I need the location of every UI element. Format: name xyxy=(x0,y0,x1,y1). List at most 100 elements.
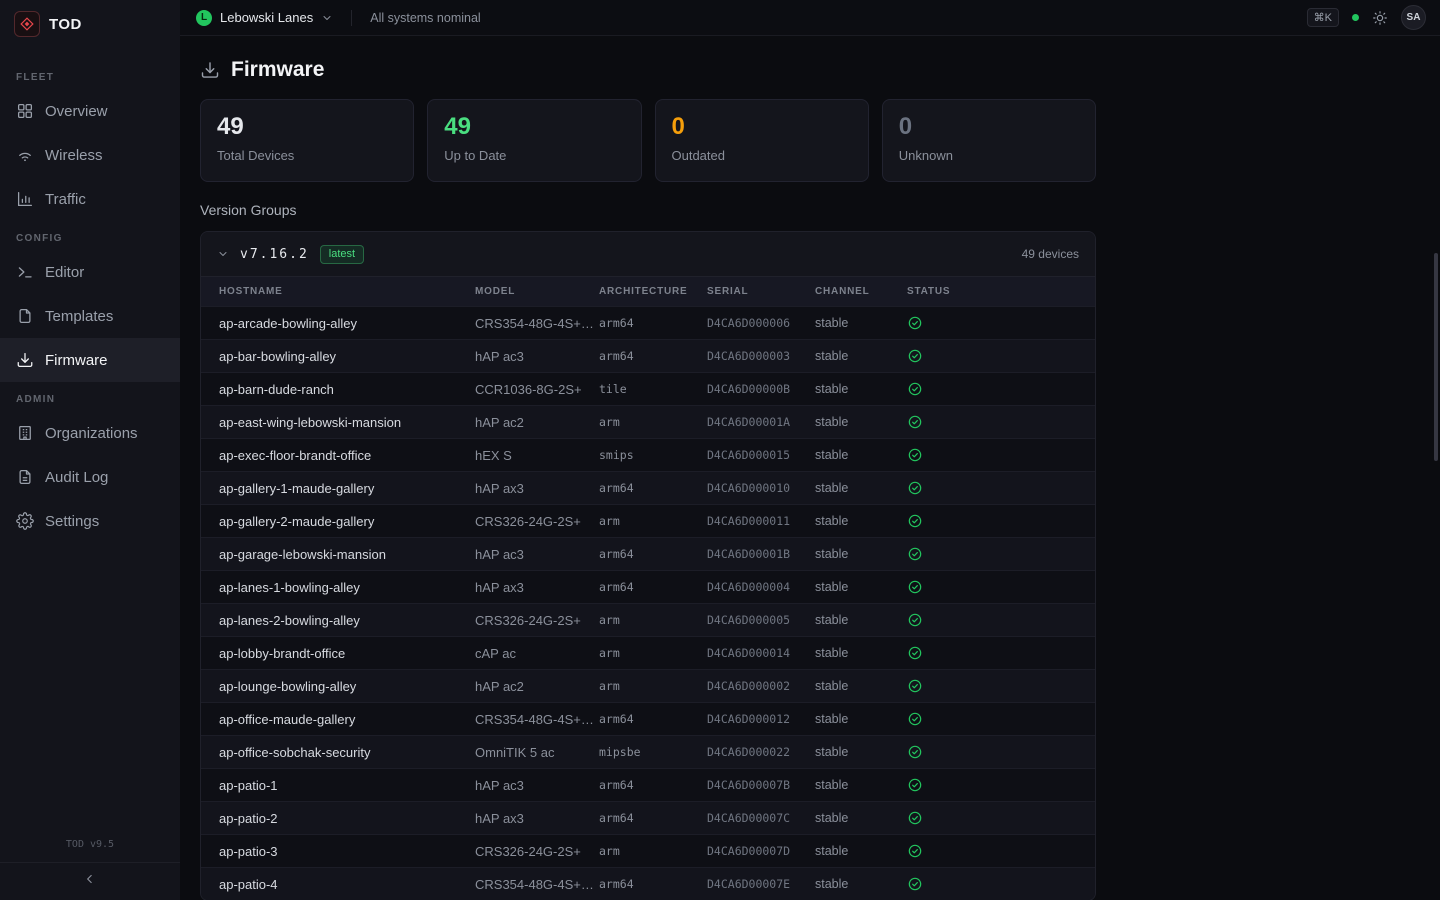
cell-status xyxy=(907,645,1095,661)
sidebar-item-overview[interactable]: Overview xyxy=(0,89,180,133)
device-row[interactable]: ap-lanes-2-bowling-alleyCRS326-24G-2S+ar… xyxy=(201,603,1095,636)
cell-architecture: arm64 xyxy=(599,877,707,891)
sidebar-item-firmware[interactable]: Firmware xyxy=(0,338,180,382)
sidebar-item-traffic[interactable]: Traffic xyxy=(0,177,180,221)
page-title: Firmware xyxy=(231,58,324,82)
device-row[interactable]: ap-lanes-1-bowling-alleyhAP ax3arm64D4CA… xyxy=(201,570,1095,603)
device-row[interactable]: ap-gallery-2-maude-galleryCRS326-24G-2S+… xyxy=(201,504,1095,537)
device-row[interactable]: ap-office-maude-galleryCRS354-48G-4S+…ar… xyxy=(201,702,1095,735)
cell-status xyxy=(907,414,1095,430)
device-row[interactable]: ap-patio-1hAP ac3arm64D4CA6D00007Bstable xyxy=(201,768,1095,801)
sidebar-item-wireless[interactable]: Wireless xyxy=(0,133,180,177)
download-icon xyxy=(16,351,34,369)
sidebar-item-organizations[interactable]: Organizations xyxy=(0,411,180,455)
cell-model: CCR1036-8G-2S+ xyxy=(475,382,599,397)
cell-status xyxy=(907,348,1095,364)
cell-architecture: arm xyxy=(599,613,707,627)
device-row[interactable]: ap-patio-2hAP ax3arm64D4CA6D00007Cstable xyxy=(201,801,1095,834)
sidebar-item-label: Wireless xyxy=(45,147,103,164)
device-row[interactable]: ap-lounge-bowling-alleyhAP ac2armD4CA6D0… xyxy=(201,669,1095,702)
device-row[interactable]: ap-bar-bowling-alleyhAP ac3arm64D4CA6D00… xyxy=(201,339,1095,372)
stat-value: 0 xyxy=(672,113,852,142)
topbar: L Lebowski Lanes All systems nominal ⌘K … xyxy=(180,0,1440,36)
device-row[interactable]: ap-patio-4CRS354-48G-4S+…arm64D4CA6D0000… xyxy=(201,867,1095,900)
column-header-hostname: HOSTNAME xyxy=(219,286,475,297)
cell-status xyxy=(907,612,1095,628)
scrollbar-thumb[interactable] xyxy=(1434,253,1438,461)
device-row[interactable]: ap-office-sobchak-securityOmniTIK 5 acmi… xyxy=(201,735,1095,768)
cell-architecture: arm64 xyxy=(599,712,707,726)
bar-chart-icon xyxy=(16,190,34,208)
cell-serial: D4CA6D000002 xyxy=(707,679,815,693)
check-circle-icon xyxy=(907,546,1085,562)
device-row[interactable]: ap-east-wing-lebowski-mansionhAP ac2armD… xyxy=(201,405,1095,438)
nav-section-label: ADMIN xyxy=(0,382,180,411)
topbar-divider xyxy=(351,10,352,26)
check-circle-icon xyxy=(907,678,1085,694)
cell-architecture: arm xyxy=(599,679,707,693)
sidebar-item-label: Traffic xyxy=(45,191,86,208)
cell-status xyxy=(907,876,1095,892)
sidebar-item-editor[interactable]: Editor xyxy=(0,250,180,294)
sidebar-item-label: Organizations xyxy=(45,425,138,442)
cell-architecture: arm64 xyxy=(599,811,707,825)
sidebar-item-templates[interactable]: Templates xyxy=(0,294,180,338)
file-icon xyxy=(16,307,34,325)
cell-serial: D4CA6D000012 xyxy=(707,712,815,726)
theme-toggle-sun-icon[interactable] xyxy=(1372,10,1388,26)
cell-hostname: ap-lanes-2-bowling-alley xyxy=(219,613,475,628)
check-circle-icon xyxy=(907,579,1085,595)
document-lines-icon xyxy=(16,468,34,486)
cell-model: hAP ac3 xyxy=(475,547,599,562)
firmware-download-icon xyxy=(200,60,220,80)
device-row[interactable]: ap-gallery-1-maude-galleryhAP ax3arm64D4… xyxy=(201,471,1095,504)
column-header-model: MODEL xyxy=(475,286,599,297)
sidebar-collapse-button[interactable] xyxy=(0,862,180,900)
app-version: TOD v9.5 xyxy=(0,839,180,862)
sidebar-nav: FLEETOverviewWirelessTrafficCONFIGEditor… xyxy=(0,48,180,839)
user-avatar[interactable]: SA xyxy=(1401,5,1426,30)
cell-status xyxy=(907,810,1095,826)
cell-hostname: ap-lounge-bowling-alley xyxy=(219,679,475,694)
stat-card-unknown: 0Unknown xyxy=(882,99,1096,182)
check-circle-icon xyxy=(907,447,1085,463)
check-circle-icon xyxy=(907,315,1085,331)
cell-model: CRS326-24G-2S+ xyxy=(475,613,599,628)
cell-model: hAP ac2 xyxy=(475,679,599,694)
cell-model: CRS354-48G-4S+… xyxy=(475,712,599,727)
cell-architecture: arm xyxy=(599,415,707,429)
version-groups-label: Version Groups xyxy=(200,202,1440,218)
cell-architecture: smips xyxy=(599,448,707,462)
device-row[interactable]: ap-barn-dude-ranchCCR1036-8G-2S+tileD4CA… xyxy=(201,372,1095,405)
cell-channel: stable xyxy=(815,877,907,891)
check-circle-icon xyxy=(907,414,1085,430)
command-palette-shortcut[interactable]: ⌘K xyxy=(1307,8,1339,27)
cell-model: hAP ax3 xyxy=(475,481,599,496)
org-selector[interactable]: L Lebowski Lanes xyxy=(196,10,333,26)
firmware-version: v7.16.2 xyxy=(240,247,309,262)
check-circle-icon xyxy=(907,513,1085,529)
cell-hostname: ap-lanes-1-bowling-alley xyxy=(219,580,475,595)
device-row[interactable]: ap-arcade-bowling-alleyCRS354-48G-4S+…ar… xyxy=(201,306,1095,339)
cell-serial: D4CA6D000014 xyxy=(707,646,815,660)
cell-channel: stable xyxy=(815,349,907,363)
cell-status xyxy=(907,546,1095,562)
cell-channel: stable xyxy=(815,679,907,693)
cell-serial: D4CA6D000004 xyxy=(707,580,815,594)
cell-serial: D4CA6D00007B xyxy=(707,778,815,792)
device-row[interactable]: ap-patio-3CRS326-24G-2S+armD4CA6D00007Ds… xyxy=(201,834,1095,867)
device-table-head: HOSTNAMEMODELARCHITECTURESERIALCHANNELST… xyxy=(201,276,1095,306)
cell-model: CRS354-48G-4S+… xyxy=(475,877,599,892)
device-row[interactable]: ap-exec-floor-brandt-officehEX SsmipsD4C… xyxy=(201,438,1095,471)
device-row[interactable]: ap-garage-lebowski-mansionhAP ac3arm64D4… xyxy=(201,537,1095,570)
cell-model: hAP ac3 xyxy=(475,349,599,364)
sidebar-item-audit-log[interactable]: Audit Log xyxy=(0,455,180,499)
cell-serial: D4CA6D00007E xyxy=(707,877,815,891)
cell-hostname: ap-east-wing-lebowski-mansion xyxy=(219,415,475,430)
check-circle-icon xyxy=(907,876,1085,892)
version-group-header[interactable]: v7.16.2 latest 49 devices xyxy=(201,232,1095,276)
check-circle-icon xyxy=(907,711,1085,727)
device-row[interactable]: ap-lobby-brandt-officecAP acarmD4CA6D000… xyxy=(201,636,1095,669)
sidebar-item-settings[interactable]: Settings xyxy=(0,499,180,543)
cell-model: hAP ax3 xyxy=(475,811,599,826)
